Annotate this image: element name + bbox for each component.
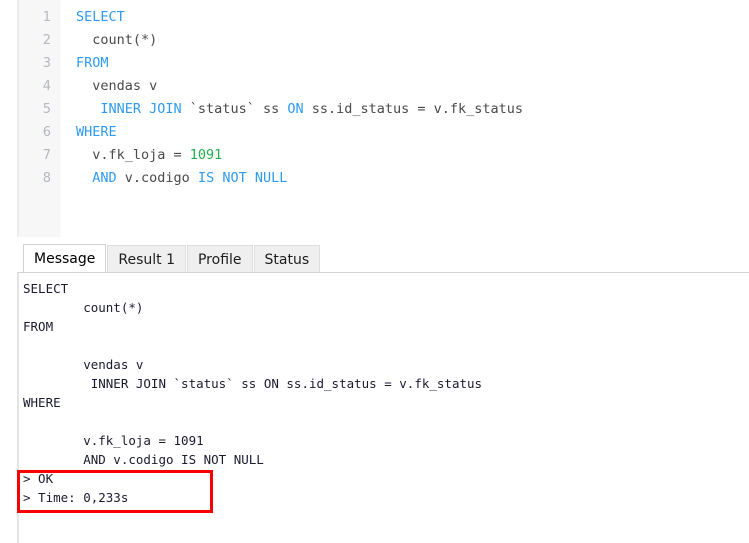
sql-editor-panel[interactable]: 1 SELECT 2 count(*) 3 FROM 4 vendas v5 INNER …: [17, 0, 749, 237]
tab-status[interactable]: Status: [253, 245, 321, 273]
editor-line: 7 v.fk_loja = 1091: [17, 144, 749, 167]
editor-line-number: 3: [42, 56, 51, 71]
message-line: > OK: [23, 471, 54, 486]
code-token-ident: ss.id_status = v.fk_status: [303, 101, 524, 117]
code-token-kw: ON: [287, 101, 304, 117]
editor-code-area[interactable]: 1 SELECT 2 count(*) 3 FROM 4 vendas v5 INNER …: [17, 6, 749, 190]
editor-line-text: FROM: [60, 52, 109, 75]
message-line: vendas v: [23, 357, 144, 372]
code-token-ident: `status` ss: [181, 101, 288, 117]
code-token-ident: count(*): [76, 32, 158, 48]
code-token-kw: SELECT: [76, 9, 125, 25]
editor-line-text: INNER JOIN `status` ss ON ss.id_status =…: [60, 98, 523, 121]
editor-line-number: 6: [42, 125, 51, 140]
code-token-ident: [76, 170, 92, 186]
results-tab-bar: Message Result 1 Profile Status: [17, 244, 749, 273]
message-output-text: SELECT count(*) FROM vendas v INNER JOIN …: [23, 279, 743, 507]
editor-line-text: AND v.codigo IS NOT NULL: [60, 167, 287, 190]
code-token-kw: FROM: [76, 55, 109, 71]
message-line: v.fk_loja = 1091: [23, 433, 204, 448]
message-line: INNER JOIN `status` ss ON ss.id_status =…: [23, 376, 483, 391]
editor-line-number: 4: [42, 79, 51, 94]
editor-line: 1 SELECT: [17, 6, 749, 29]
editor-line: 4 vendas v: [17, 75, 749, 98]
code-token-kw: WHERE: [76, 124, 117, 140]
editor-line: 6 WHERE: [17, 121, 749, 144]
editor-line: 2 count(*): [17, 29, 749, 52]
code-token-num: 1091: [189, 147, 223, 163]
message-output-panel[interactable]: SELECT count(*) FROM vendas v INNER JOIN …: [17, 272, 749, 543]
editor-line-text: WHERE: [60, 121, 117, 144]
editor-line-text: SELECT: [60, 6, 125, 29]
message-line: SELECT: [23, 281, 69, 296]
code-token-ident: v.codigo: [116, 170, 198, 186]
editor-line-number: 1: [42, 10, 51, 25]
code-token-ident: v.fk_loja =: [76, 147, 190, 163]
editor-line-number: 8: [42, 171, 51, 186]
editor-line-text: v.fk_loja = 1091: [60, 144, 222, 167]
message-line: > Time: 0,233s: [23, 490, 129, 505]
tab-message[interactable]: Message: [23, 244, 107, 273]
editor-line-number: 2: [42, 33, 51, 48]
editor-line-text: vendas v: [60, 75, 157, 98]
message-line: WHERE: [23, 395, 61, 410]
code-token-ident: vendas v: [76, 78, 158, 94]
code-token-kw: AND: [92, 170, 117, 186]
editor-line: 3 FROM: [17, 52, 749, 75]
editor-line: 8 AND v.codigo IS NOT NULL: [17, 167, 749, 190]
code-token-kw: INNER JOIN: [100, 101, 182, 117]
results-tabstrip: Message Result 1 Profile Status: [23, 244, 321, 273]
editor-line: 5 INNER JOIN `status` ss ON ss.id_status…: [17, 98, 749, 121]
editor-line-number: 5: [42, 102, 51, 117]
message-line: [23, 412, 743, 431]
tab-result-1[interactable]: Result 1: [107, 245, 186, 273]
message-line: [23, 336, 743, 355]
code-token-kw: IS NOT NULL: [197, 170, 288, 186]
message-line: AND v.codigo IS NOT NULL: [23, 452, 264, 467]
message-line: count(*): [23, 300, 144, 315]
editor-line-text: count(*): [60, 29, 157, 52]
tab-profile[interactable]: Profile: [186, 245, 253, 273]
message-line: FROM: [23, 319, 54, 334]
code-token-ident: [76, 101, 100, 117]
editor-line-number: 7: [42, 148, 51, 163]
